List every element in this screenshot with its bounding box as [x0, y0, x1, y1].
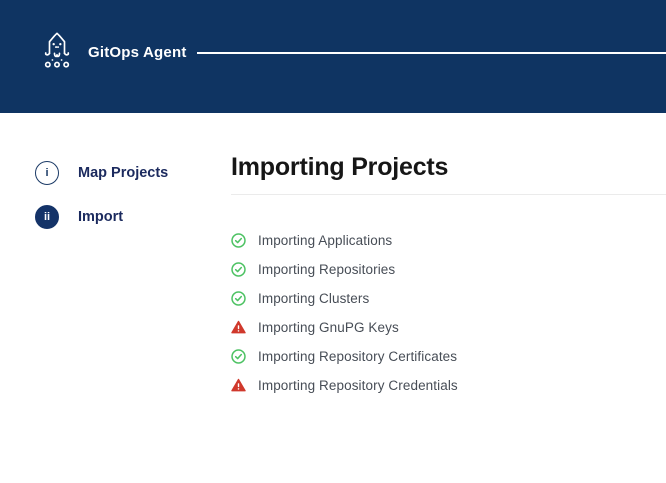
import-status-label: Importing Clusters: [258, 291, 369, 306]
import-status-row: Importing Repositories: [231, 255, 646, 284]
check-circle-icon: [231, 262, 246, 277]
check-circle-icon: [231, 291, 246, 306]
step-label: Map Projects: [78, 165, 168, 181]
import-status-label: Importing Repositories: [258, 262, 395, 277]
warning-triangle-icon: [231, 320, 246, 335]
check-circle-icon: [231, 349, 246, 364]
title-divider: [231, 194, 666, 195]
step-number-badge: i: [35, 161, 59, 185]
import-status-label: Importing Repository Credentials: [258, 378, 458, 393]
sidebar-step-import[interactable]: ii Import: [35, 205, 123, 229]
warning-triangle-icon: [231, 378, 246, 393]
import-status-row: Importing GnuPG Keys: [231, 313, 646, 342]
octopus-logo-icon: [37, 29, 77, 71]
import-status-list: Importing Applications Importing Reposit…: [231, 226, 646, 400]
sidebar-step-map-projects[interactable]: i Map Projects: [35, 161, 168, 185]
import-status-label: Importing Repository Certificates: [258, 349, 457, 364]
import-status-label: Importing GnuPG Keys: [258, 320, 399, 335]
brand-title: GitOps Agent: [88, 45, 187, 61]
page: GitOps Agent i Map Projects ii Import Im…: [0, 0, 666, 483]
import-status-row: Importing Repository Credentials: [231, 371, 646, 400]
app-header: GitOps Agent: [0, 0, 666, 113]
step-number-badge: ii: [35, 205, 59, 229]
page-title: Importing Projects: [231, 153, 448, 182]
import-status-row: Importing Applications: [231, 226, 646, 255]
import-status-label: Importing Applications: [258, 233, 392, 248]
step-label: Import: [78, 209, 123, 225]
import-status-row: Importing Clusters: [231, 284, 646, 313]
import-status-row: Importing Repository Certificates: [231, 342, 646, 371]
check-circle-icon: [231, 233, 246, 248]
header-rule: [197, 52, 666, 54]
